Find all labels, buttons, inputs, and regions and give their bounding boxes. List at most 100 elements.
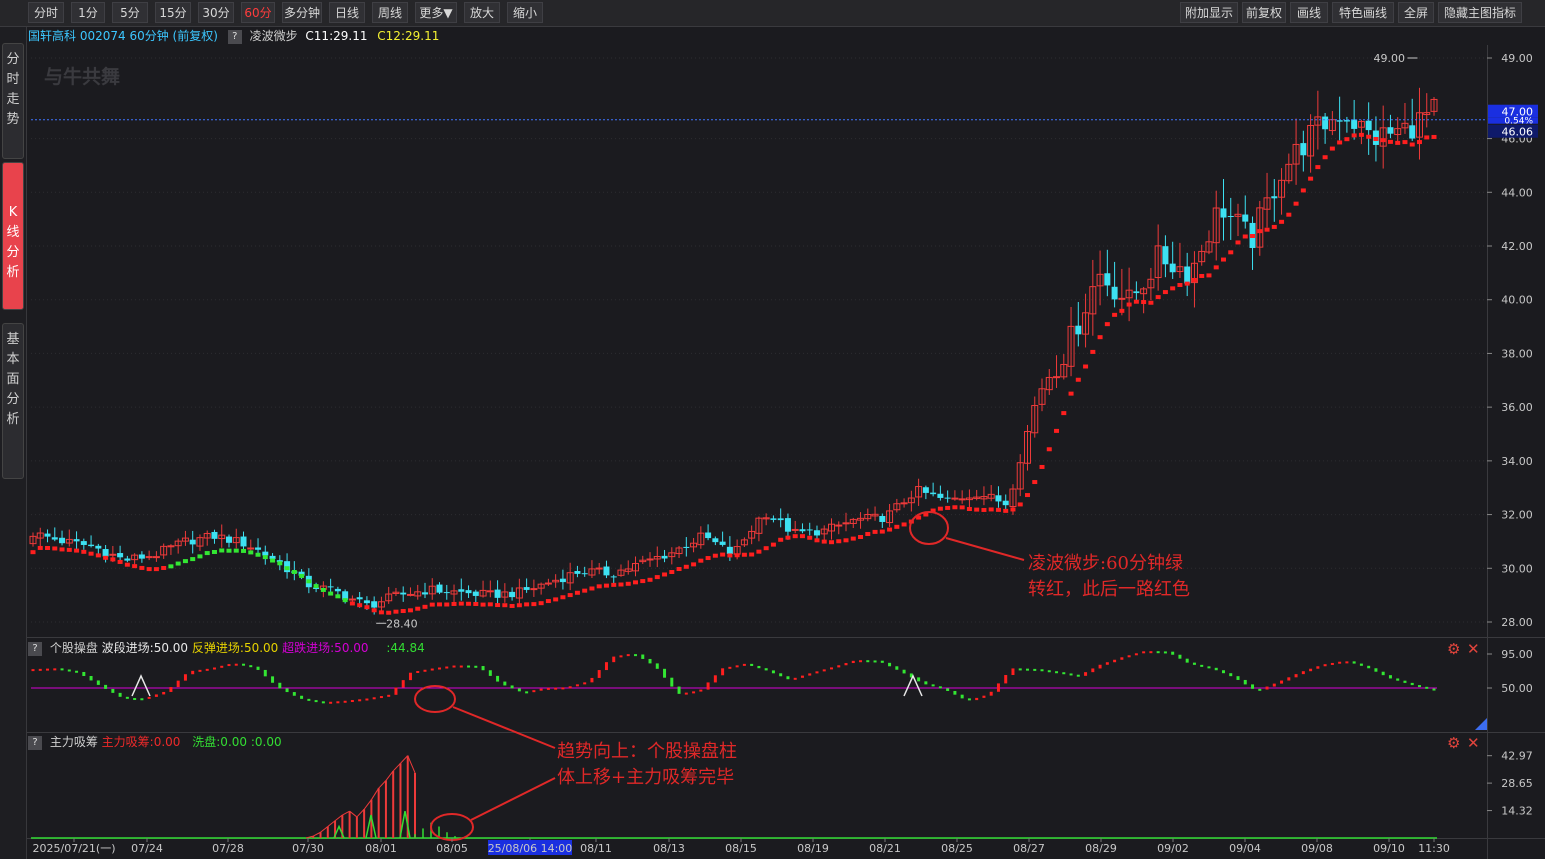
ind1-bar bbox=[271, 676, 275, 683]
toolbar-button[interactable]: 画线 bbox=[1290, 2, 1328, 23]
period-button[interactable]: 周线 bbox=[372, 2, 408, 23]
y-tick-label: 28.00 bbox=[1501, 616, 1533, 629]
ind1-bar bbox=[568, 686, 572, 689]
ma-dot bbox=[974, 507, 980, 512]
period-button[interactable]: 放大 bbox=[464, 2, 500, 23]
ma-dot bbox=[1250, 233, 1256, 238]
ma-dot bbox=[81, 549, 87, 554]
ind1-bar bbox=[1338, 661, 1342, 664]
y-tick-label: 36.00 bbox=[1501, 401, 1533, 414]
ma-dot bbox=[763, 546, 769, 551]
ind1-bar bbox=[263, 669, 267, 677]
y-tick-label: 95.00 bbox=[1501, 648, 1533, 661]
ma-dot bbox=[1126, 302, 1132, 307]
candle-body bbox=[595, 567, 603, 570]
ind1-bar bbox=[604, 662, 608, 671]
candle-body bbox=[951, 497, 959, 500]
ind1-bar bbox=[1403, 680, 1407, 683]
candle-body bbox=[842, 522, 850, 525]
ma-dot bbox=[1054, 428, 1060, 433]
low-label: 28.40 bbox=[386, 617, 418, 630]
toolbar-button[interactable]: 附加显示 bbox=[1180, 2, 1238, 23]
candle-body bbox=[603, 566, 610, 576]
candle-body bbox=[610, 576, 617, 578]
toolbar-button[interactable]: 隐藏主图指标 bbox=[1438, 2, 1522, 23]
candle-body bbox=[406, 593, 414, 596]
tab-time-share[interactable]: 分时走势 bbox=[2, 43, 24, 159]
toolbar-button[interactable]: 特色画线 bbox=[1332, 2, 1394, 23]
x-tick-label: 08/11 bbox=[580, 842, 612, 855]
ind1-bar bbox=[314, 700, 318, 703]
ma-dot bbox=[1395, 140, 1401, 145]
period-button[interactable]: 多分钟 bbox=[282, 2, 322, 23]
ind1-bar bbox=[1243, 679, 1247, 685]
candle-body bbox=[189, 539, 196, 545]
ma-dot bbox=[705, 556, 711, 561]
ind1-bar bbox=[663, 668, 667, 678]
ind1-bar bbox=[1374, 668, 1378, 672]
ind1-bar bbox=[1127, 655, 1131, 658]
ma-dot bbox=[582, 588, 588, 593]
period-button[interactable]: 日线 bbox=[329, 2, 365, 23]
period-button[interactable]: 15分 bbox=[155, 2, 191, 23]
ma-dot bbox=[1344, 137, 1350, 142]
ind1-bar bbox=[118, 692, 122, 697]
high-label: 49.00 bbox=[1373, 52, 1405, 65]
ind1-bar bbox=[895, 666, 899, 670]
ind1-bar bbox=[147, 696, 151, 699]
ind1-bar bbox=[220, 665, 224, 668]
tab-fundamentals[interactable]: 基本面分析 bbox=[2, 323, 24, 479]
ma-dot bbox=[1220, 257, 1226, 262]
ma-dot bbox=[103, 555, 109, 560]
ind1-bar bbox=[1025, 668, 1029, 671]
candle-body bbox=[777, 518, 784, 521]
ind1-bar bbox=[1229, 673, 1233, 677]
ind1-bar bbox=[1388, 675, 1392, 679]
period-button[interactable]: 更多▼ bbox=[415, 2, 457, 23]
ind1-bar bbox=[75, 670, 79, 673]
candle-body bbox=[443, 592, 450, 594]
toolbar-button[interactable]: 前复权 bbox=[1242, 2, 1286, 23]
help-icon[interactable]: ? bbox=[227, 29, 242, 44]
accumulation-line bbox=[327, 820, 336, 827]
ind1-bar bbox=[430, 668, 434, 671]
tab-kline-analysis[interactable]: K线分析 bbox=[2, 162, 24, 310]
ind1-bar bbox=[183, 674, 187, 681]
ind1-bar bbox=[641, 654, 645, 659]
c1-value: C11:29.11 bbox=[305, 29, 368, 43]
ind1-bar bbox=[1192, 662, 1196, 665]
period-button[interactable]: 1分 bbox=[71, 2, 105, 23]
ma-dot bbox=[691, 562, 697, 567]
candle-body bbox=[523, 587, 530, 590]
ind1-bar bbox=[1272, 683, 1276, 687]
ma-dot bbox=[1351, 133, 1357, 138]
ma-dot bbox=[1373, 136, 1379, 141]
x-tick-label: 07/30 bbox=[292, 842, 324, 855]
ind1-bar bbox=[1033, 668, 1037, 671]
ma-dot bbox=[524, 602, 530, 607]
ma-dot bbox=[407, 608, 413, 613]
ma-dot bbox=[1148, 300, 1154, 305]
ma-dot bbox=[1271, 224, 1277, 229]
ma-dot bbox=[117, 559, 123, 564]
candle-body bbox=[1169, 263, 1176, 273]
ind1-bar bbox=[1098, 664, 1102, 669]
candle-body bbox=[145, 556, 153, 559]
ind1-bar bbox=[692, 691, 696, 694]
period-button[interactable]: 60分 bbox=[241, 2, 275, 23]
ind1-bar bbox=[677, 686, 681, 694]
ma-dot bbox=[1032, 480, 1038, 485]
period-button[interactable]: 5分 bbox=[112, 2, 148, 23]
period-button[interactable]: 30分 bbox=[198, 2, 234, 23]
ma-dot bbox=[1308, 176, 1314, 181]
ind1-bar bbox=[851, 660, 855, 664]
period-button[interactable]: 分时 bbox=[28, 2, 64, 23]
ma-dot bbox=[241, 548, 247, 553]
ind1-bar bbox=[198, 669, 202, 672]
period-button[interactable]: 缩小 bbox=[507, 2, 543, 23]
toolbar: 分时 1分 5分 15分 30分 60分 多分钟 日线 周线 更多▼ 放大 缩小 附加显示 前复权 画线 特色… bbox=[0, 0, 1545, 27]
ind1-bar bbox=[1352, 661, 1356, 664]
candle-body bbox=[225, 536, 232, 543]
ind1-bar bbox=[1417, 685, 1421, 688]
toolbar-button[interactable]: 全屏 bbox=[1398, 2, 1434, 23]
